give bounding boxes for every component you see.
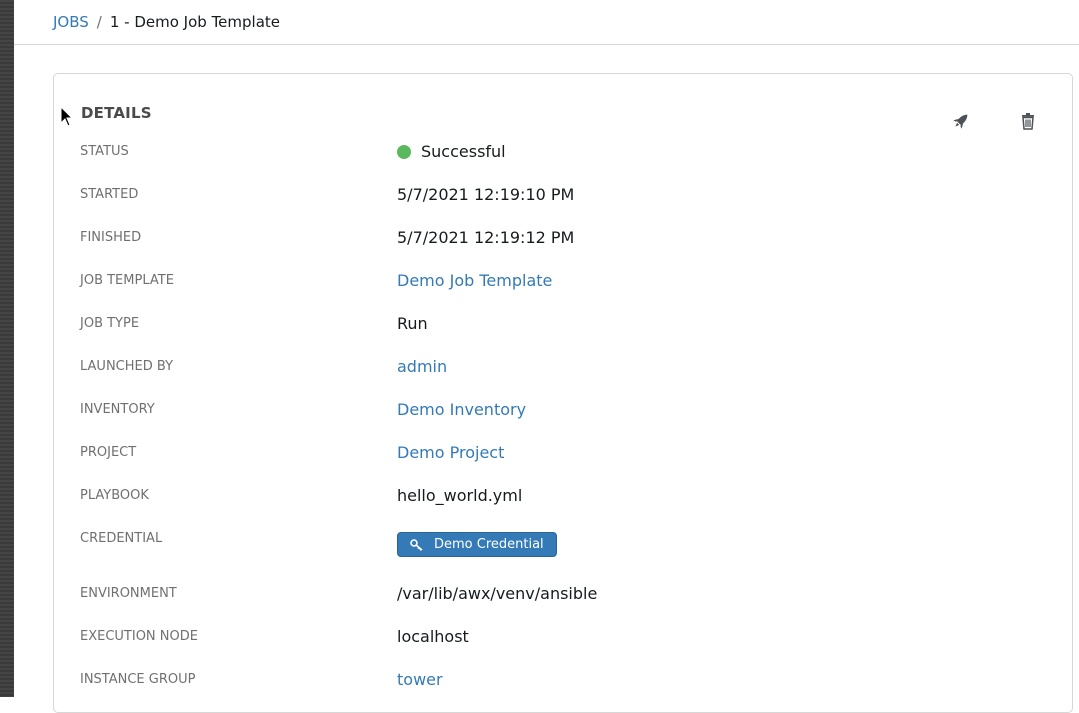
breadcrumb-current: 1 - Demo Job Template: [109, 13, 281, 31]
breadcrumb: JOBS / 1 - Demo Job Template: [53, 10, 280, 34]
launched-by-link[interactable]: admin: [397, 357, 447, 376]
breadcrumb-separator: /: [96, 13, 102, 31]
project-link[interactable]: Demo Project: [397, 443, 504, 462]
playbook-label: PLAYBOOK: [80, 488, 149, 503]
job-template-link[interactable]: Demo Job Template: [397, 271, 552, 290]
credential-badge[interactable]: Demo Credential: [397, 532, 557, 557]
success-status-icon: [397, 144, 411, 159]
finished-label: FINISHED: [80, 230, 142, 245]
details-panel: [53, 73, 1073, 713]
execution-node-value: localhost: [397, 627, 469, 646]
credential-badge-label: Demo Credential: [434, 537, 544, 552]
environment-label: ENVIRONMENT: [80, 586, 177, 601]
inventory-label: INVENTORY: [80, 402, 155, 417]
key-icon: [410, 538, 423, 551]
mouse-pointer-icon: [60, 106, 74, 127]
credential-value: Demo Credential: [397, 532, 557, 557]
project-label: PROJECT: [80, 445, 137, 460]
environment-value: /var/lib/awx/venv/ansible: [397, 584, 598, 603]
panel-title: DETAILS: [81, 104, 152, 122]
job-template-label: JOB TEMPLATE: [80, 273, 174, 288]
rocket-icon[interactable]: [950, 110, 972, 132]
job-type-value: Run: [397, 314, 428, 333]
job-type-label: JOB TYPE: [80, 316, 140, 331]
launched-by-label: LAUNCHED BY: [80, 359, 174, 374]
finished-value: 5/7/2021 12:19:12 PM: [397, 228, 575, 247]
started-label: STARTED: [80, 187, 139, 202]
credential-label: CREDENTIAL: [80, 531, 163, 546]
breadcrumb-jobs-link[interactable]: JOBS: [53, 13, 89, 31]
status-label: STATUS: [80, 144, 129, 159]
status-value: Successful: [397, 142, 506, 161]
execution-node-label: EXECUTION NODE: [80, 629, 198, 644]
sidebar-edge: [0, 0, 14, 697]
instance-group-link[interactable]: tower: [397, 670, 443, 689]
header-divider: [14, 44, 1079, 45]
playbook-value: hello_world.yml: [397, 486, 523, 505]
instance-group-label: INSTANCE GROUP: [80, 672, 196, 687]
status-text: Successful: [421, 142, 506, 161]
inventory-link[interactable]: Demo Inventory: [397, 400, 526, 419]
started-value: 5/7/2021 12:19:10 PM: [397, 185, 575, 204]
trash-icon[interactable]: [1017, 110, 1039, 132]
